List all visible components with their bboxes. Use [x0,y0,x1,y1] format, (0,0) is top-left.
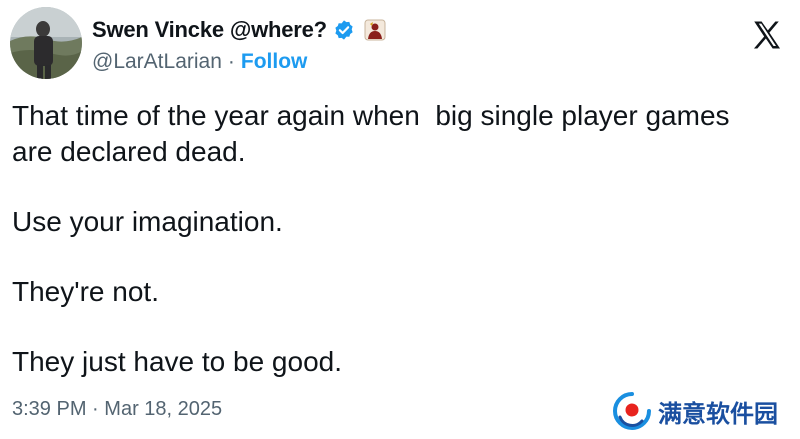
tweet-line: Use your imagination. [12,206,283,237]
x-logo-icon[interactable] [750,18,784,52]
timestamp-separator: · [92,398,99,420]
tweet-text: That time of the year again when big sin… [12,98,792,380]
profile-photo-icon [10,7,82,79]
author-handle[interactable]: @LarAtLarian [92,50,222,74]
affiliate-badge-icon[interactable] [364,19,386,41]
watermark: 满意软件园 [612,388,778,434]
author-display-name[interactable]: Swen Vincke @where? [92,17,327,43]
tweet-line: They're not. [12,276,159,307]
tweet-date: Mar 18, 2025 [104,398,223,420]
tweet-line: They just have to be good. [12,346,342,377]
author-handle-row: @LarAtLarian · Follow [92,48,307,76]
watermark-logo-icon [612,391,652,431]
verified-badge-icon [333,19,355,41]
author-name-row: Swen Vincke @where? [92,15,386,45]
tweet-timestamp[interactable]: 3:39 PM · Mar 18, 2025 [12,398,222,421]
tweet-time: 3:39 PM [12,398,87,420]
avatar[interactable] [10,7,82,79]
follow-button[interactable]: Follow [241,50,308,74]
tweet-line: are declared dead. [12,136,246,167]
handle-separator: · [227,50,235,73]
watermark-text: 满意软件园 [658,399,778,428]
tweet-line: That time of the year again when big sin… [12,100,730,131]
